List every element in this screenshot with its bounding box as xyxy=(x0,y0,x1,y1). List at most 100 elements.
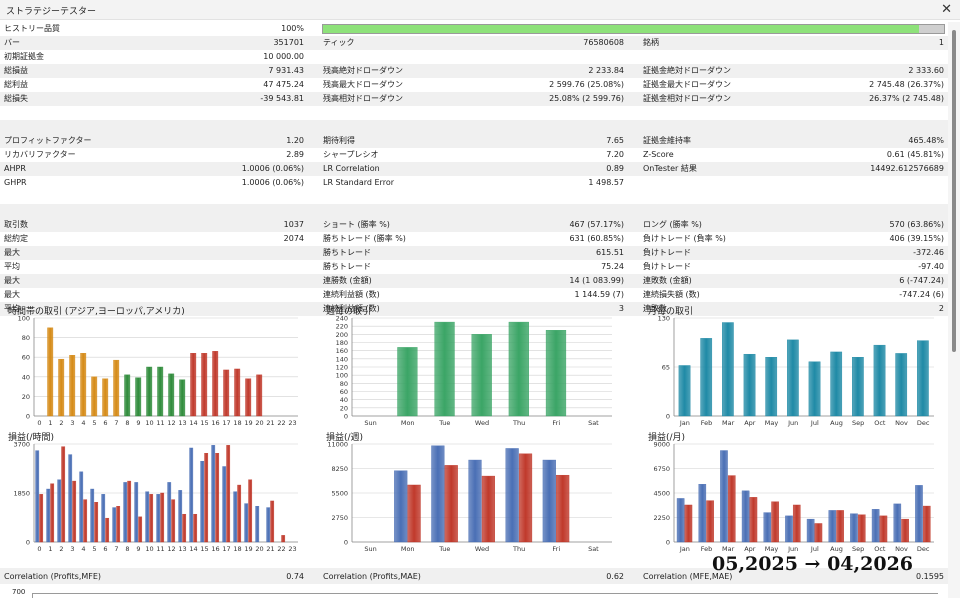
stat-label: 証拠金維持率 xyxy=(643,136,691,145)
spacer-row xyxy=(0,204,948,218)
y-tick-label: 20 xyxy=(22,393,30,401)
bar xyxy=(61,446,66,543)
x-tick-label: 3 xyxy=(70,545,74,553)
stat-value: 465.48% xyxy=(908,136,944,145)
x-tick-label: 4 xyxy=(81,545,85,553)
x-tick-label: 12 xyxy=(167,545,175,553)
stat-label: OnTester 結果 xyxy=(643,164,697,173)
bar xyxy=(80,353,87,417)
stat-label: ショート (勝率 %) xyxy=(323,220,390,229)
stat-row: 総約定 2074 勝ちトレード (勝率 %) 631 (60.85%) 負けトレード (… xyxy=(0,232,948,246)
stat-value: 1 144.59 (7) xyxy=(574,290,625,299)
y-tick-label: 65 xyxy=(662,364,670,372)
y-tick-label: 100 xyxy=(336,372,348,380)
y-tick-label: 5500 xyxy=(331,490,348,498)
bar xyxy=(69,355,76,417)
bar xyxy=(157,366,164,417)
stat-value: 76580608 xyxy=(583,38,624,47)
stat-label: 最大 xyxy=(4,290,20,299)
stat-value: 351701 xyxy=(273,38,304,47)
bar xyxy=(698,484,707,543)
vertical-scrollbar[interactable] xyxy=(948,22,960,598)
stat-value: 7 931.43 xyxy=(268,66,304,75)
stat-row: 総損失 -39 543.81 残高相対ドローダウン 25.08% (2 599.76)… xyxy=(0,92,948,106)
stat-label: 残高絶対ドローダウン xyxy=(323,66,403,75)
bar xyxy=(72,480,77,543)
bar xyxy=(127,480,132,543)
bar xyxy=(171,499,176,543)
bar xyxy=(281,535,286,543)
stat-label: AHPR xyxy=(4,164,26,173)
bar xyxy=(113,359,120,417)
bar xyxy=(233,491,238,543)
stat-value: 0.62 xyxy=(606,572,624,581)
history-quality-bar-fill xyxy=(323,25,920,33)
stat-label: 負けトレード xyxy=(643,262,691,271)
profit-drawdown-block: 総損益 7 931.43 残高絶対ドローダウン 2 233.84 証拠金絶対ドローダウン… xyxy=(0,64,948,106)
x-tick-label: 18 xyxy=(233,419,241,427)
stat-value: 2 599.76 (25.08%) xyxy=(549,80,624,89)
x-tick-label: 21 xyxy=(266,419,274,427)
stat-row: AHPR 1.0006 (0.06%) LR Correlation 0.89 OnTe… xyxy=(0,162,948,176)
x-tick-label: Mon xyxy=(401,419,415,427)
stat-label: Correlation (Profits,MAE) xyxy=(323,572,421,581)
bar xyxy=(68,454,73,543)
bar xyxy=(212,351,219,417)
x-tick-label: Sun xyxy=(364,545,376,553)
bar xyxy=(830,351,843,417)
stat-value: -372.46 xyxy=(913,248,944,257)
stat-value: 2 333.60 xyxy=(908,66,944,75)
bar xyxy=(57,479,62,543)
initial-deposit-row: 初期証拠金 10 000.00 xyxy=(0,50,948,64)
x-tick-label: 4 xyxy=(81,419,85,427)
bar xyxy=(706,500,714,543)
bar xyxy=(915,485,923,543)
x-tick-label: 11 xyxy=(156,545,164,553)
x-tick-label: 14 xyxy=(189,545,197,553)
x-tick-label: 8 xyxy=(125,545,129,553)
stat-row: 平均 勝ちトレード 75.24 負けトレード -97.40 xyxy=(0,260,948,274)
bar xyxy=(256,374,263,417)
y-tick-label: 2750 xyxy=(331,514,348,522)
y-tick-label: 40 xyxy=(22,373,30,381)
x-tick-label: Jun xyxy=(787,419,798,427)
spacer-row xyxy=(0,190,948,204)
bar xyxy=(397,347,418,417)
bar xyxy=(244,503,249,543)
x-tick-label: 1 xyxy=(48,545,52,553)
stat-label: 最大 xyxy=(4,276,20,285)
bar xyxy=(245,378,252,417)
bar xyxy=(248,479,253,543)
bar xyxy=(79,471,84,543)
bar xyxy=(727,475,736,543)
scrollbar-thumb[interactable] xyxy=(952,30,956,352)
y-tick-label: 180 xyxy=(336,339,348,347)
y-tick-label: 0 xyxy=(666,413,670,421)
stat-value: 0.61 (45.81%) xyxy=(886,150,944,159)
y-tick-label: 130 xyxy=(658,315,670,323)
y-tick-label: 200 xyxy=(336,331,348,339)
y-tick-label: 9000 xyxy=(653,441,670,449)
x-tick-label: Sep xyxy=(852,545,864,553)
bar xyxy=(808,361,821,417)
x-tick-label: 11 xyxy=(156,419,164,427)
bar xyxy=(407,484,421,543)
bar xyxy=(434,321,455,417)
x-tick-label: 23 xyxy=(288,419,296,427)
stat-value: 1 498.57 xyxy=(588,178,624,187)
x-tick-label: 17 xyxy=(222,545,230,553)
bar xyxy=(46,488,51,543)
bar xyxy=(444,465,458,543)
stat-value: 3 xyxy=(618,304,624,313)
chart-svg: 0 2750 5500 8250 11000 Sun Mon Tue Wed Thu Fri Sat xyxy=(327,441,612,553)
x-tick-label: May xyxy=(765,419,779,427)
y-tick-label: 0 xyxy=(666,539,670,547)
bar xyxy=(156,494,161,543)
close-icon[interactable]: ✕ xyxy=(941,2,952,17)
x-tick-label: Oct xyxy=(874,419,886,427)
x-tick-label: 5 xyxy=(92,419,96,427)
bar xyxy=(83,499,88,543)
bar xyxy=(116,506,121,543)
bar xyxy=(50,483,55,543)
x-tick-label: Sat xyxy=(588,419,599,427)
